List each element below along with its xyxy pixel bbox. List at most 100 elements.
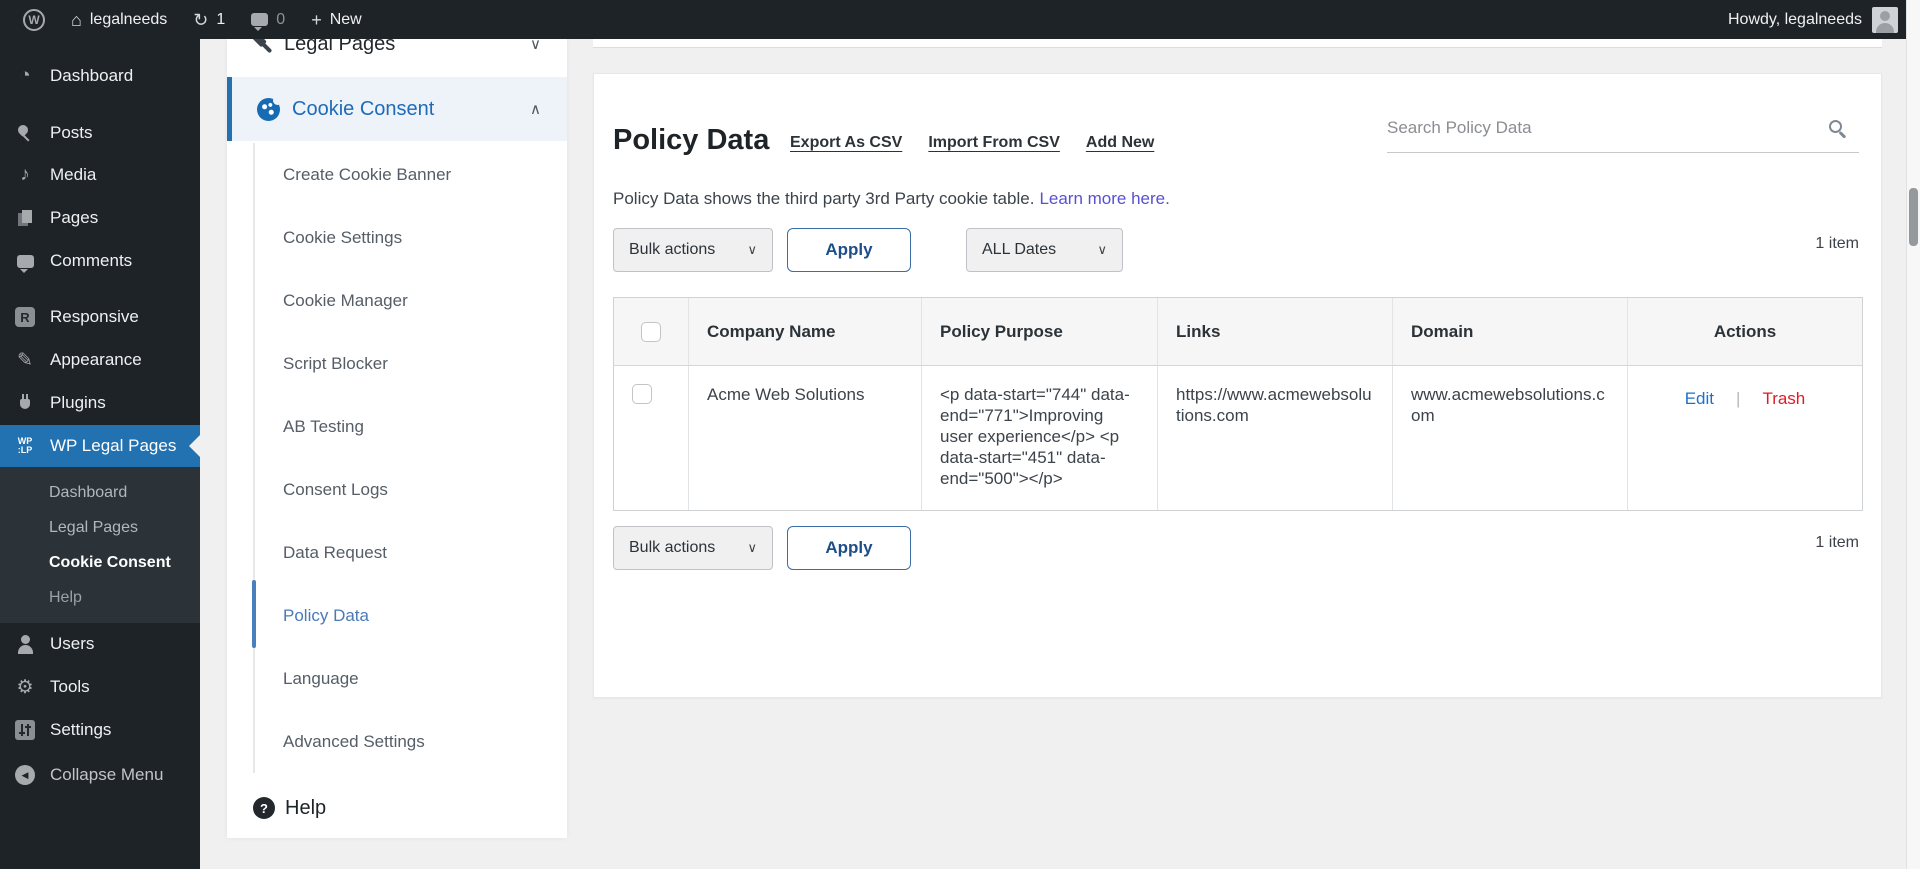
users-icon [14,633,36,655]
description-text: Policy Data shows the third party 3rd Pa… [613,189,1035,208]
plugin-nav-panel: Legal Pages ∨ Cookie Consent ∧ Create Co… [227,33,567,838]
column-company-name: Company Name [689,298,922,365]
item-count-bottom: 1 item [1815,534,1859,551]
select-all-checkbox[interactable] [641,321,661,342]
chevron-down-icon: ∨ [1097,242,1107,257]
item-count-top: 1 item [1815,235,1859,252]
submenu-item-legal-pages[interactable]: Legal Pages [0,510,200,545]
table-row: Acme Web Solutions <p data-start="744" d… [614,366,1862,510]
submenu-item-help[interactable]: Help [0,580,200,615]
bottom-controls: Bulk actions ∨ Apply [613,526,911,570]
bulk-actions-select[interactable]: Bulk actions ∨ [613,228,773,272]
learn-more-link[interactable]: Learn more here. [1039,189,1169,208]
policy-data-table: Company Name Policy Purpose Links Domain… [613,297,1863,511]
sidebar-item-dashboard[interactable]: ◔ Dashboard [0,55,200,97]
scrollbar-track[interactable] [1906,0,1920,869]
howdy-menu[interactable]: Howdy, legalneeds [1728,11,1862,29]
cell-company-name: Acme Web Solutions [689,366,922,510]
top-controls: Bulk actions ∨ Apply ALL Dates ∨ [613,228,1123,272]
panel-item-script-blocker[interactable]: Script Blocker [227,332,567,395]
collapse-menu-button[interactable]: ◀ Collapse Menu [0,754,200,796]
comment-bubble-icon [14,250,36,273]
wordpress-admin-screen: W ⌂ legalneeds ↻ 1 0 + New Howdy, legaln… [0,0,1920,869]
plus-icon: + [311,9,322,30]
wordpress-logo-icon: W [23,8,45,31]
responsive-icon: R [14,306,36,328]
panel-item-ab-testing[interactable]: AB Testing [227,395,567,458]
page-title: Policy Data [613,124,770,156]
scrolled-card-edge [593,39,1882,48]
panel-item-language[interactable]: Language [227,647,567,710]
cookie-icon [257,95,282,121]
site-name-menu[interactable]: ⌂ legalneeds [58,0,180,39]
panel-item-cookie-manager[interactable]: Cookie Manager [227,269,567,332]
media-icon: ♪ [20,164,30,185]
cookie-consent-submenu: Create Cookie Banner Cookie Settings Coo… [227,143,567,773]
bulk-actions-select-bottom[interactable]: Bulk actions ∨ [613,526,773,570]
search-icon[interactable] [1827,118,1851,142]
scrollbar-thumb[interactable] [1909,188,1918,246]
add-new-link[interactable]: Add New [1086,134,1154,152]
row-checkbox[interactable] [632,384,652,404]
pushpin-icon [14,122,36,144]
admin-bar: W ⌂ legalneeds ↻ 1 0 + New Howdy, legaln… [0,0,1920,39]
panel-item-help[interactable]: ? Help [227,791,567,825]
tools-icon: ⚙ [16,676,34,698]
apply-button-bottom[interactable]: Apply [787,526,911,570]
edit-link[interactable]: Edit [1685,388,1714,409]
panel-item-cookie-settings[interactable]: Cookie Settings [227,206,567,269]
import-csv-link[interactable]: Import From CSV [928,134,1060,152]
column-domain: Domain [1393,298,1628,365]
submenu-item-cookie-consent[interactable]: Cookie Consent [0,545,200,580]
wordpress-menu[interactable]: W [10,0,58,39]
action-separator: | [1736,389,1741,408]
cell-policy-purpose: <p data-start="744" data-end="771">Impro… [922,366,1158,510]
submenu-item-dashboard[interactable]: Dashboard [0,475,200,510]
settings-sliders-icon [14,719,36,741]
sidebar-item-posts[interactable]: Posts [0,112,200,154]
column-links: Links [1158,298,1393,365]
panel-item-cookie-consent[interactable]: Cookie Consent ∧ [227,77,567,141]
search-input[interactable] [1387,110,1807,146]
apply-button[interactable]: Apply [787,228,911,272]
header-links: Export As CSV Import From CSV Add New [790,134,1154,152]
comments-menu[interactable]: 0 [238,0,298,39]
panel-item-policy-data[interactable]: Policy Data [227,584,567,647]
wp-legal-pages-submenu: Dashboard Legal Pages Cookie Consent Hel… [0,467,200,623]
site-name-label: legalneeds [89,10,168,28]
panel-item-advanced-settings[interactable]: Advanced Settings [227,710,567,773]
column-policy-purpose: Policy Purpose [922,298,1158,365]
pages-icon [14,207,36,229]
sidebar-item-appearance[interactable]: ✎ Appearance [0,339,200,381]
sidebar-item-tools[interactable]: ⚙ Tools [0,666,200,708]
updates-menu[interactable]: ↻ 1 [180,0,238,39]
chevron-down-icon: ∨ [747,540,757,555]
trash-link[interactable]: Trash [1762,388,1805,409]
admin-bar-left: W ⌂ legalneeds ↻ 1 0 + New [0,0,375,39]
brush-icon: ✎ [17,349,33,371]
updates-icon: ↻ [193,9,209,30]
export-csv-link[interactable]: Export As CSV [790,134,902,152]
collapse-arrow-icon: ◀ [14,764,36,786]
cell-actions: Edit | Trash [1628,366,1862,510]
new-content-menu[interactable]: + New [298,0,375,39]
panel-item-consent-logs[interactable]: Consent Logs [227,458,567,521]
sidebar-item-users[interactable]: Users [0,623,200,665]
sidebar-item-responsive[interactable]: R Responsive [0,296,200,338]
new-label: New [329,10,362,28]
wordpress-logo-letter: W [28,12,40,27]
dashboard-icon: ◔ [19,65,31,86]
all-dates-select[interactable]: ALL Dates ∨ [966,228,1123,272]
chevron-down-icon: ∨ [747,242,757,257]
chevron-up-icon: ∧ [530,101,541,118]
panel-item-create-cookie-banner[interactable]: Create Cookie Banner [227,143,567,206]
sidebar-item-pages[interactable]: Pages [0,197,200,239]
user-avatar[interactable] [1872,6,1898,33]
sidebar-item-comments[interactable]: Comments [0,240,200,282]
sidebar-item-settings[interactable]: Settings [0,709,200,751]
sidebar-item-plugins[interactable]: Plugins [0,382,200,424]
panel-item-data-request[interactable]: Data Request [227,521,567,584]
plug-icon [14,392,36,414]
sidebar-item-wp-legal-pages[interactable]: WP:LP WP Legal Pages [0,425,200,467]
sidebar-item-media[interactable]: ♪ Media [0,154,200,196]
